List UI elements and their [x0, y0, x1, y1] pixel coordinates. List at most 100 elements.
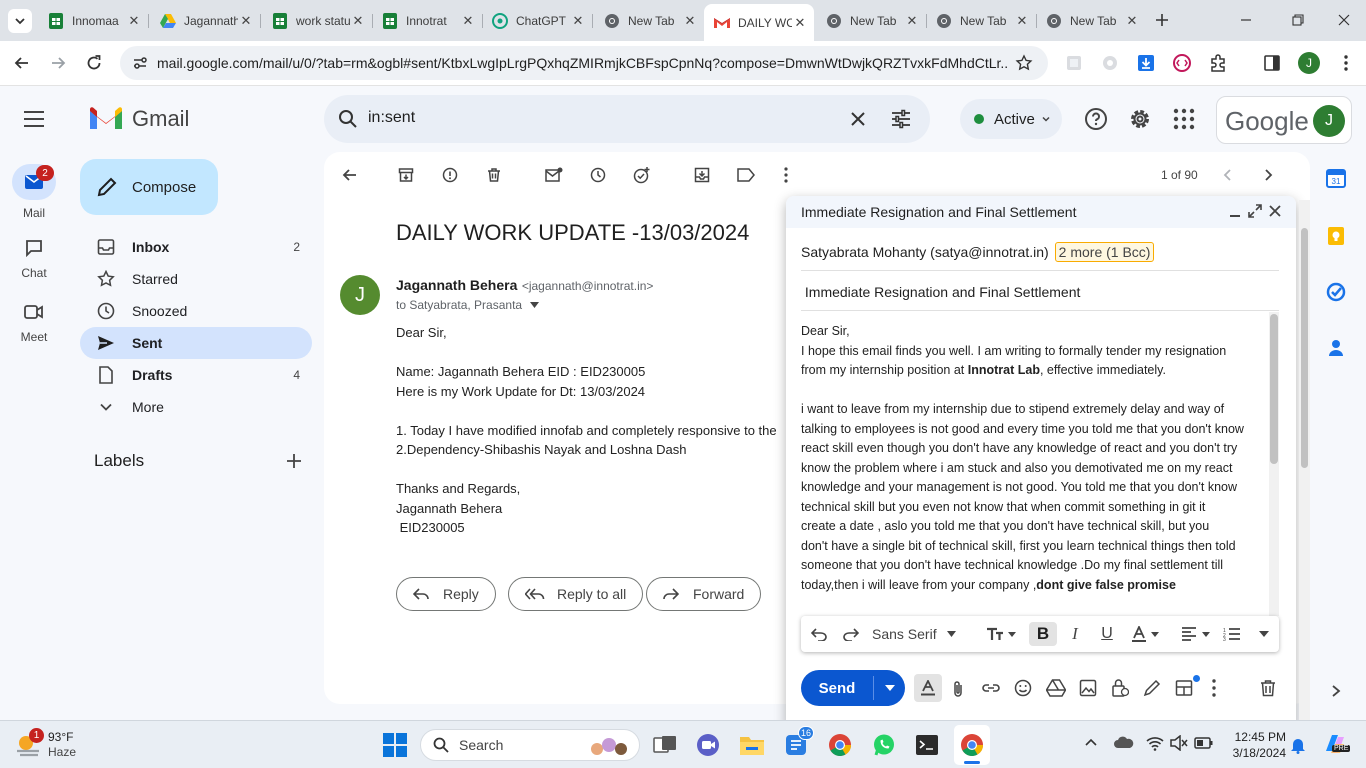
keep-icon[interactable] [1326, 226, 1346, 246]
close-window-button[interactable] [1336, 12, 1352, 28]
back-button[interactable] [13, 54, 31, 72]
reload-button[interactable] [85, 54, 103, 72]
more-formatting-button[interactable] [1256, 622, 1272, 646]
numbered-list-button[interactable]: 123 [1222, 622, 1242, 646]
menu-kebab-icon[interactable] [1336, 53, 1356, 73]
teams-app[interactable]: 16 [780, 726, 815, 761]
snooze-button[interactable] [587, 164, 609, 186]
search-options-icon[interactable] [890, 108, 912, 130]
font-size-button[interactable] [984, 622, 1018, 646]
download-icon[interactable] [1136, 53, 1156, 73]
taskbar-search[interactable]: Search [420, 729, 640, 761]
create-label-button[interactable] [286, 453, 302, 469]
show-hidden-icons[interactable] [1084, 737, 1098, 747]
clear-search-icon[interactable] [848, 109, 868, 129]
search-bar[interactable]: in:sent [324, 95, 930, 143]
browser-tab-active[interactable]: DAILY WORK ✕ [704, 4, 814, 41]
bookmark-star-icon[interactable] [1015, 54, 1033, 72]
bold-button[interactable]: B [1029, 622, 1057, 646]
minimize-button[interactable] [1238, 12, 1254, 28]
reply-button[interactable]: Reply [396, 577, 496, 611]
close-icon[interactable]: ✕ [1014, 13, 1030, 29]
forward-button[interactable]: Forward [646, 577, 762, 611]
close-icon[interactable]: ✕ [792, 15, 808, 31]
mail-rail-button[interactable]: 2 [12, 164, 56, 200]
copilot-icon[interactable]: PRE [1322, 731, 1351, 757]
back-to-list-button[interactable] [339, 164, 361, 186]
align-button[interactable] [1178, 622, 1212, 646]
close-icon[interactable]: ✕ [1124, 13, 1140, 29]
wifi-icon[interactable] [1146, 735, 1164, 751]
browser-tab[interactable]: New Tab ✕ [816, 6, 926, 36]
whatsapp-app[interactable] [868, 729, 900, 761]
rail-mail[interactable]: 2 Mail [0, 164, 68, 220]
undo-button[interactable] [810, 622, 828, 646]
sidebar-item-inbox[interactable]: Inbox 2 [80, 231, 312, 263]
scrollbar-thumb[interactable] [1301, 228, 1308, 468]
browser-tab[interactable]: Jagannath ✕ [150, 6, 260, 36]
more-recipients-chip[interactable]: 2 more (1 Bcc) [1054, 242, 1155, 262]
underline-button[interactable]: U [1095, 622, 1119, 646]
close-icon[interactable]: ✕ [126, 13, 142, 29]
site-info-icon[interactable] [132, 55, 148, 71]
close-icon[interactable]: ✕ [350, 13, 366, 29]
compose-scrollbar[interactable] [1269, 312, 1279, 616]
subject-field[interactable]: Immediate Resignation and Final Settleme… [801, 284, 1081, 300]
sidebar-item-snoozed[interactable]: Snoozed [80, 295, 312, 327]
formatting-options-button[interactable] [914, 674, 942, 702]
browser-tab[interactable]: New Tab ✕ [594, 6, 704, 36]
close-icon[interactable]: ✕ [570, 13, 586, 29]
font-family-select[interactable]: Sans Serif [872, 622, 970, 646]
add-task-button[interactable] [631, 164, 653, 186]
discard-draft-button[interactable] [1260, 679, 1276, 697]
recipients-line[interactable]: to Satyabrata, Prasanta [396, 298, 540, 312]
page-scrollbar[interactable] [1299, 200, 1310, 720]
main-menu-button[interactable] [22, 108, 46, 130]
browser-tab[interactable]: Innomaa ✕ [38, 6, 148, 36]
google-account-switcher[interactable]: Google J [1216, 96, 1352, 144]
insert-emoji-button[interactable] [1014, 679, 1032, 697]
insert-link-button[interactable] [982, 680, 1000, 696]
extension-icon[interactable] [1100, 53, 1120, 73]
recipients-field[interactable]: Satyabrata Mohanty (satya@innotrat.in) 2… [801, 242, 1155, 262]
close-icon[interactable]: ✕ [682, 13, 698, 29]
recipient-chip[interactable]: Satyabrata Mohanty (satya@innotrat.in) [801, 244, 1049, 260]
rail-chat[interactable]: Chat [0, 236, 68, 280]
browser-tab[interactable]: work status ✕ [262, 6, 372, 36]
calendar-icon[interactable]: 31 [1326, 168, 1346, 188]
older-button[interactable] [1257, 164, 1279, 186]
layouts-button[interactable] [1175, 679, 1193, 697]
sidebar-item-sent[interactable]: Sent [80, 327, 312, 359]
profile-avatar[interactable]: J [1298, 52, 1320, 74]
side-panel-icon[interactable] [1262, 53, 1282, 73]
address-bar[interactable]: mail.google.com/mail/u/0/?tab=rm&ogbl#se… [120, 46, 1048, 80]
puzzle-icon[interactable] [1208, 53, 1228, 73]
insert-drive-button[interactable] [1046, 679, 1066, 697]
labels-button[interactable] [735, 164, 757, 186]
browser-tab[interactable]: ChatGPT ✕ [482, 6, 592, 36]
close-icon[interactable]: ✕ [904, 13, 920, 29]
schedule-send-button[interactable] [874, 670, 905, 706]
close-compose-button[interactable] [1268, 204, 1282, 218]
scrollbar-thumb[interactable] [1270, 314, 1278, 464]
delete-button[interactable] [483, 164, 505, 186]
sidebar-item-drafts[interactable]: Drafts 4 [80, 359, 312, 391]
move-to-button[interactable] [691, 164, 713, 186]
chrome-active-app[interactable] [954, 725, 990, 765]
text-color-button[interactable] [1128, 622, 1162, 646]
newer-button[interactable] [1217, 164, 1239, 186]
sender-name[interactable]: Jagannath Behera [396, 277, 517, 293]
redo-button[interactable] [842, 622, 860, 646]
devtools-extension-icon[interactable] [1172, 53, 1192, 73]
rail-meet[interactable]: Meet [0, 300, 68, 344]
battery-icon[interactable] [1194, 735, 1214, 751]
search-icon[interactable] [338, 109, 358, 129]
gmail-logo[interactable]: Gmail [90, 106, 189, 132]
weather-widget[interactable]: 1 93°F Haze [14, 728, 124, 761]
contacts-icon[interactable] [1326, 338, 1346, 358]
report-spam-button[interactable] [439, 164, 461, 186]
start-button[interactable] [379, 729, 411, 761]
chrome-app[interactable] [824, 729, 856, 761]
more-actions-button[interactable] [775, 164, 797, 186]
insert-signature-button[interactable] [1143, 679, 1161, 697]
